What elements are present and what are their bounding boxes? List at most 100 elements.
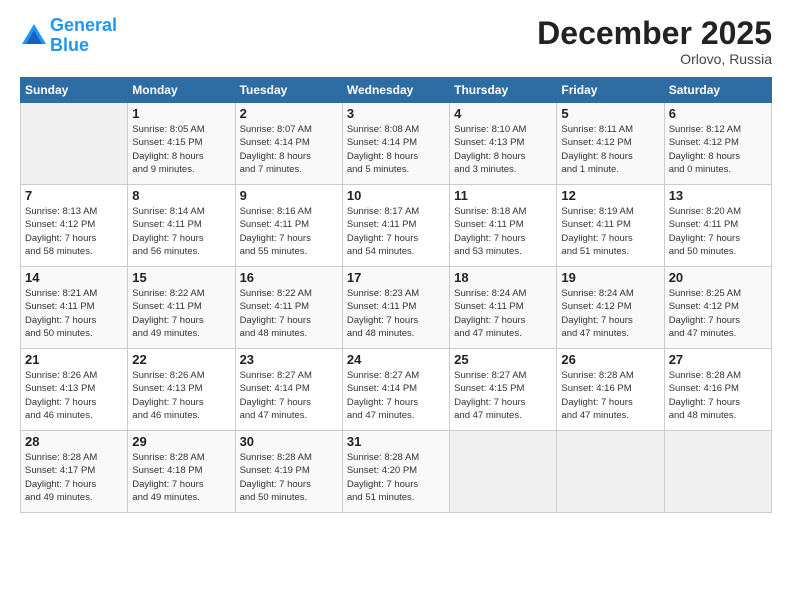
calendar-cell: 3Sunrise: 8:08 AMSunset: 4:14 PMDaylight… [342,103,449,185]
calendar-cell: 27Sunrise: 8:28 AMSunset: 4:16 PMDayligh… [664,349,771,431]
calendar-cell: 1Sunrise: 8:05 AMSunset: 4:15 PMDaylight… [128,103,235,185]
day-number: 13 [669,188,767,203]
calendar-week-row: 1Sunrise: 8:05 AMSunset: 4:15 PMDaylight… [21,103,772,185]
calendar-cell: 20 Sunrise: 8:25 AMSunset: 4:12 PMDayligh… [664,267,771,349]
day-info: Sunrise: 8:22 AMSunset: 4:11 PMDaylight:… [240,287,338,340]
calendar-cell [21,103,128,185]
calendar-cell: 26 Sunrise: 8:28 AMSunset: 4:16 PMDayligh… [557,349,664,431]
day-number: 27 [669,352,767,367]
logo: General Blue [20,16,117,56]
month-title: December 2025 [537,16,772,51]
calendar-cell: 25 Sunrise: 8:27 AMSunset: 4:15 PMDayligh… [450,349,557,431]
calendar-cell: 31Sunrise: 8:28 AMSunset: 4:20 PMDayligh… [342,431,449,513]
calendar-cell: 7 Sunrise: 8:13 AMSunset: 4:12 PMDaylight… [21,185,128,267]
day-number: 31 [347,434,445,449]
day-number: 17 [347,270,445,285]
calendar-table: SundayMondayTuesdayWednesdayThursdayFrid… [20,77,772,513]
page: General Blue December 2025 Orlovo, Russi… [0,0,792,612]
day-info: Sunrise: 8:19 AMSunset: 4:11 PMDaylight:… [561,205,659,258]
day-info: Sunrise: 8:14 AMSunset: 4:11 PMDaylight:… [132,205,230,258]
header-day: Sunday [21,78,128,103]
calendar-cell: 17 Sunrise: 8:23 AMSunset: 4:11 PMDayligh… [342,267,449,349]
day-number: 5 [561,106,659,121]
day-info: Sunrise: 8:28 AMSunset: 4:18 PMDaylight:… [132,451,230,504]
day-info: Sunrise: 8:25 AMSunset: 4:12 PMDaylight:… [669,287,767,340]
day-info: Sunrise: 8:24 AMSunset: 4:11 PMDaylight:… [454,287,552,340]
calendar-cell: 19Sunrise: 8:24 AMSunset: 4:12 PMDayligh… [557,267,664,349]
calendar-cell: 4 Sunrise: 8:10 AMSunset: 4:13 PMDaylight… [450,103,557,185]
day-info: Sunrise: 8:28 AMSunset: 4:16 PMDaylight:… [561,369,659,422]
day-info: Sunrise: 8:27 AMSunset: 4:14 PMDaylight:… [347,369,445,422]
header-day: Thursday [450,78,557,103]
header-day: Tuesday [235,78,342,103]
day-number: 9 [240,188,338,203]
header-day: Monday [128,78,235,103]
calendar-cell: 13 Sunrise: 8:20 AMSunset: 4:11 PMDayligh… [664,185,771,267]
calendar-cell: 5 Sunrise: 8:11 AMSunset: 4:12 PMDaylight… [557,103,664,185]
day-number: 15 [132,270,230,285]
day-number: 12 [561,188,659,203]
day-number: 1 [132,106,230,121]
day-info: Sunrise: 8:20 AMSunset: 4:11 PMDaylight:… [669,205,767,258]
day-number: 18 [454,270,552,285]
calendar-cell [664,431,771,513]
day-number: 25 [454,352,552,367]
day-number: 16 [240,270,338,285]
day-number: 24 [347,352,445,367]
calendar-cell: 28 Sunrise: 8:28 AMSunset: 4:17 PMDayligh… [21,431,128,513]
calendar-cell: 23Sunrise: 8:27 AMSunset: 4:14 PMDayligh… [235,349,342,431]
day-number: 3 [347,106,445,121]
day-number: 20 [669,270,767,285]
calendar-cell: 9 Sunrise: 8:16 AMSunset: 4:11 PMDaylight… [235,185,342,267]
day-info: Sunrise: 8:27 AMSunset: 4:14 PMDaylight:… [240,369,338,422]
calendar-cell: 2Sunrise: 8:07 AMSunset: 4:14 PMDaylight… [235,103,342,185]
header-row: SundayMondayTuesdayWednesdayThursdayFrid… [21,78,772,103]
day-info: Sunrise: 8:26 AMSunset: 4:13 PMDaylight:… [132,369,230,422]
day-number: 14 [25,270,123,285]
day-number: 7 [25,188,123,203]
location: Orlovo, Russia [537,51,772,67]
calendar-cell: 29Sunrise: 8:28 AMSunset: 4:18 PMDayligh… [128,431,235,513]
day-info: Sunrise: 8:27 AMSunset: 4:15 PMDaylight:… [454,369,552,422]
day-info: Sunrise: 8:23 AMSunset: 4:11 PMDaylight:… [347,287,445,340]
calendar-cell: 8 Sunrise: 8:14 AMSunset: 4:11 PMDaylight… [128,185,235,267]
calendar-week-row: 14Sunrise: 8:21 AMSunset: 4:11 PMDayligh… [21,267,772,349]
day-info: Sunrise: 8:28 AMSunset: 4:19 PMDaylight:… [240,451,338,504]
calendar-cell [450,431,557,513]
calendar-cell: 15 Sunrise: 8:22 AMSunset: 4:11 PMDayligh… [128,267,235,349]
day-info: Sunrise: 8:10 AMSunset: 4:13 PMDaylight:… [454,123,552,176]
day-number: 28 [25,434,123,449]
day-info: Sunrise: 8:13 AMSunset: 4:12 PMDaylight:… [25,205,123,258]
title-block: December 2025 Orlovo, Russia [537,16,772,67]
day-number: 4 [454,106,552,121]
calendar-cell: 10Sunrise: 8:17 AMSunset: 4:11 PMDayligh… [342,185,449,267]
day-number: 26 [561,352,659,367]
day-info: Sunrise: 8:07 AMSunset: 4:14 PMDaylight:… [240,123,338,176]
day-info: Sunrise: 8:11 AMSunset: 4:12 PMDaylight:… [561,123,659,176]
day-number: 19 [561,270,659,285]
day-info: Sunrise: 8:12 AMSunset: 4:12 PMDaylight:… [669,123,767,176]
header-day: Friday [557,78,664,103]
calendar-cell: 14Sunrise: 8:21 AMSunset: 4:11 PMDayligh… [21,267,128,349]
header-day: Saturday [664,78,771,103]
calendar-week-row: 28 Sunrise: 8:28 AMSunset: 4:17 PMDayligh… [21,431,772,513]
calendar-cell: 16 Sunrise: 8:22 AMSunset: 4:11 PMDayligh… [235,267,342,349]
logo-icon [20,22,48,50]
day-number: 6 [669,106,767,121]
calendar-cell: 11 Sunrise: 8:18 AMSunset: 4:11 PMDayligh… [450,185,557,267]
calendar-cell: 18 Sunrise: 8:24 AMSunset: 4:11 PMDayligh… [450,267,557,349]
day-info: Sunrise: 8:28 AMSunset: 4:17 PMDaylight:… [25,451,123,504]
day-info: Sunrise: 8:26 AMSunset: 4:13 PMDaylight:… [25,369,123,422]
calendar-cell [557,431,664,513]
day-info: Sunrise: 8:18 AMSunset: 4:11 PMDaylight:… [454,205,552,258]
day-info: Sunrise: 8:16 AMSunset: 4:11 PMDaylight:… [240,205,338,258]
header: General Blue December 2025 Orlovo, Russi… [20,16,772,67]
logo-general: General [50,15,117,35]
calendar-cell: 21Sunrise: 8:26 AMSunset: 4:13 PMDayligh… [21,349,128,431]
day-info: Sunrise: 8:22 AMSunset: 4:11 PMDaylight:… [132,287,230,340]
calendar-cell: 6 Sunrise: 8:12 AMSunset: 4:12 PMDaylight… [664,103,771,185]
day-number: 8 [132,188,230,203]
day-number: 11 [454,188,552,203]
calendar-cell: 12 Sunrise: 8:19 AMSunset: 4:11 PMDayligh… [557,185,664,267]
logo-text: General Blue [50,16,117,56]
